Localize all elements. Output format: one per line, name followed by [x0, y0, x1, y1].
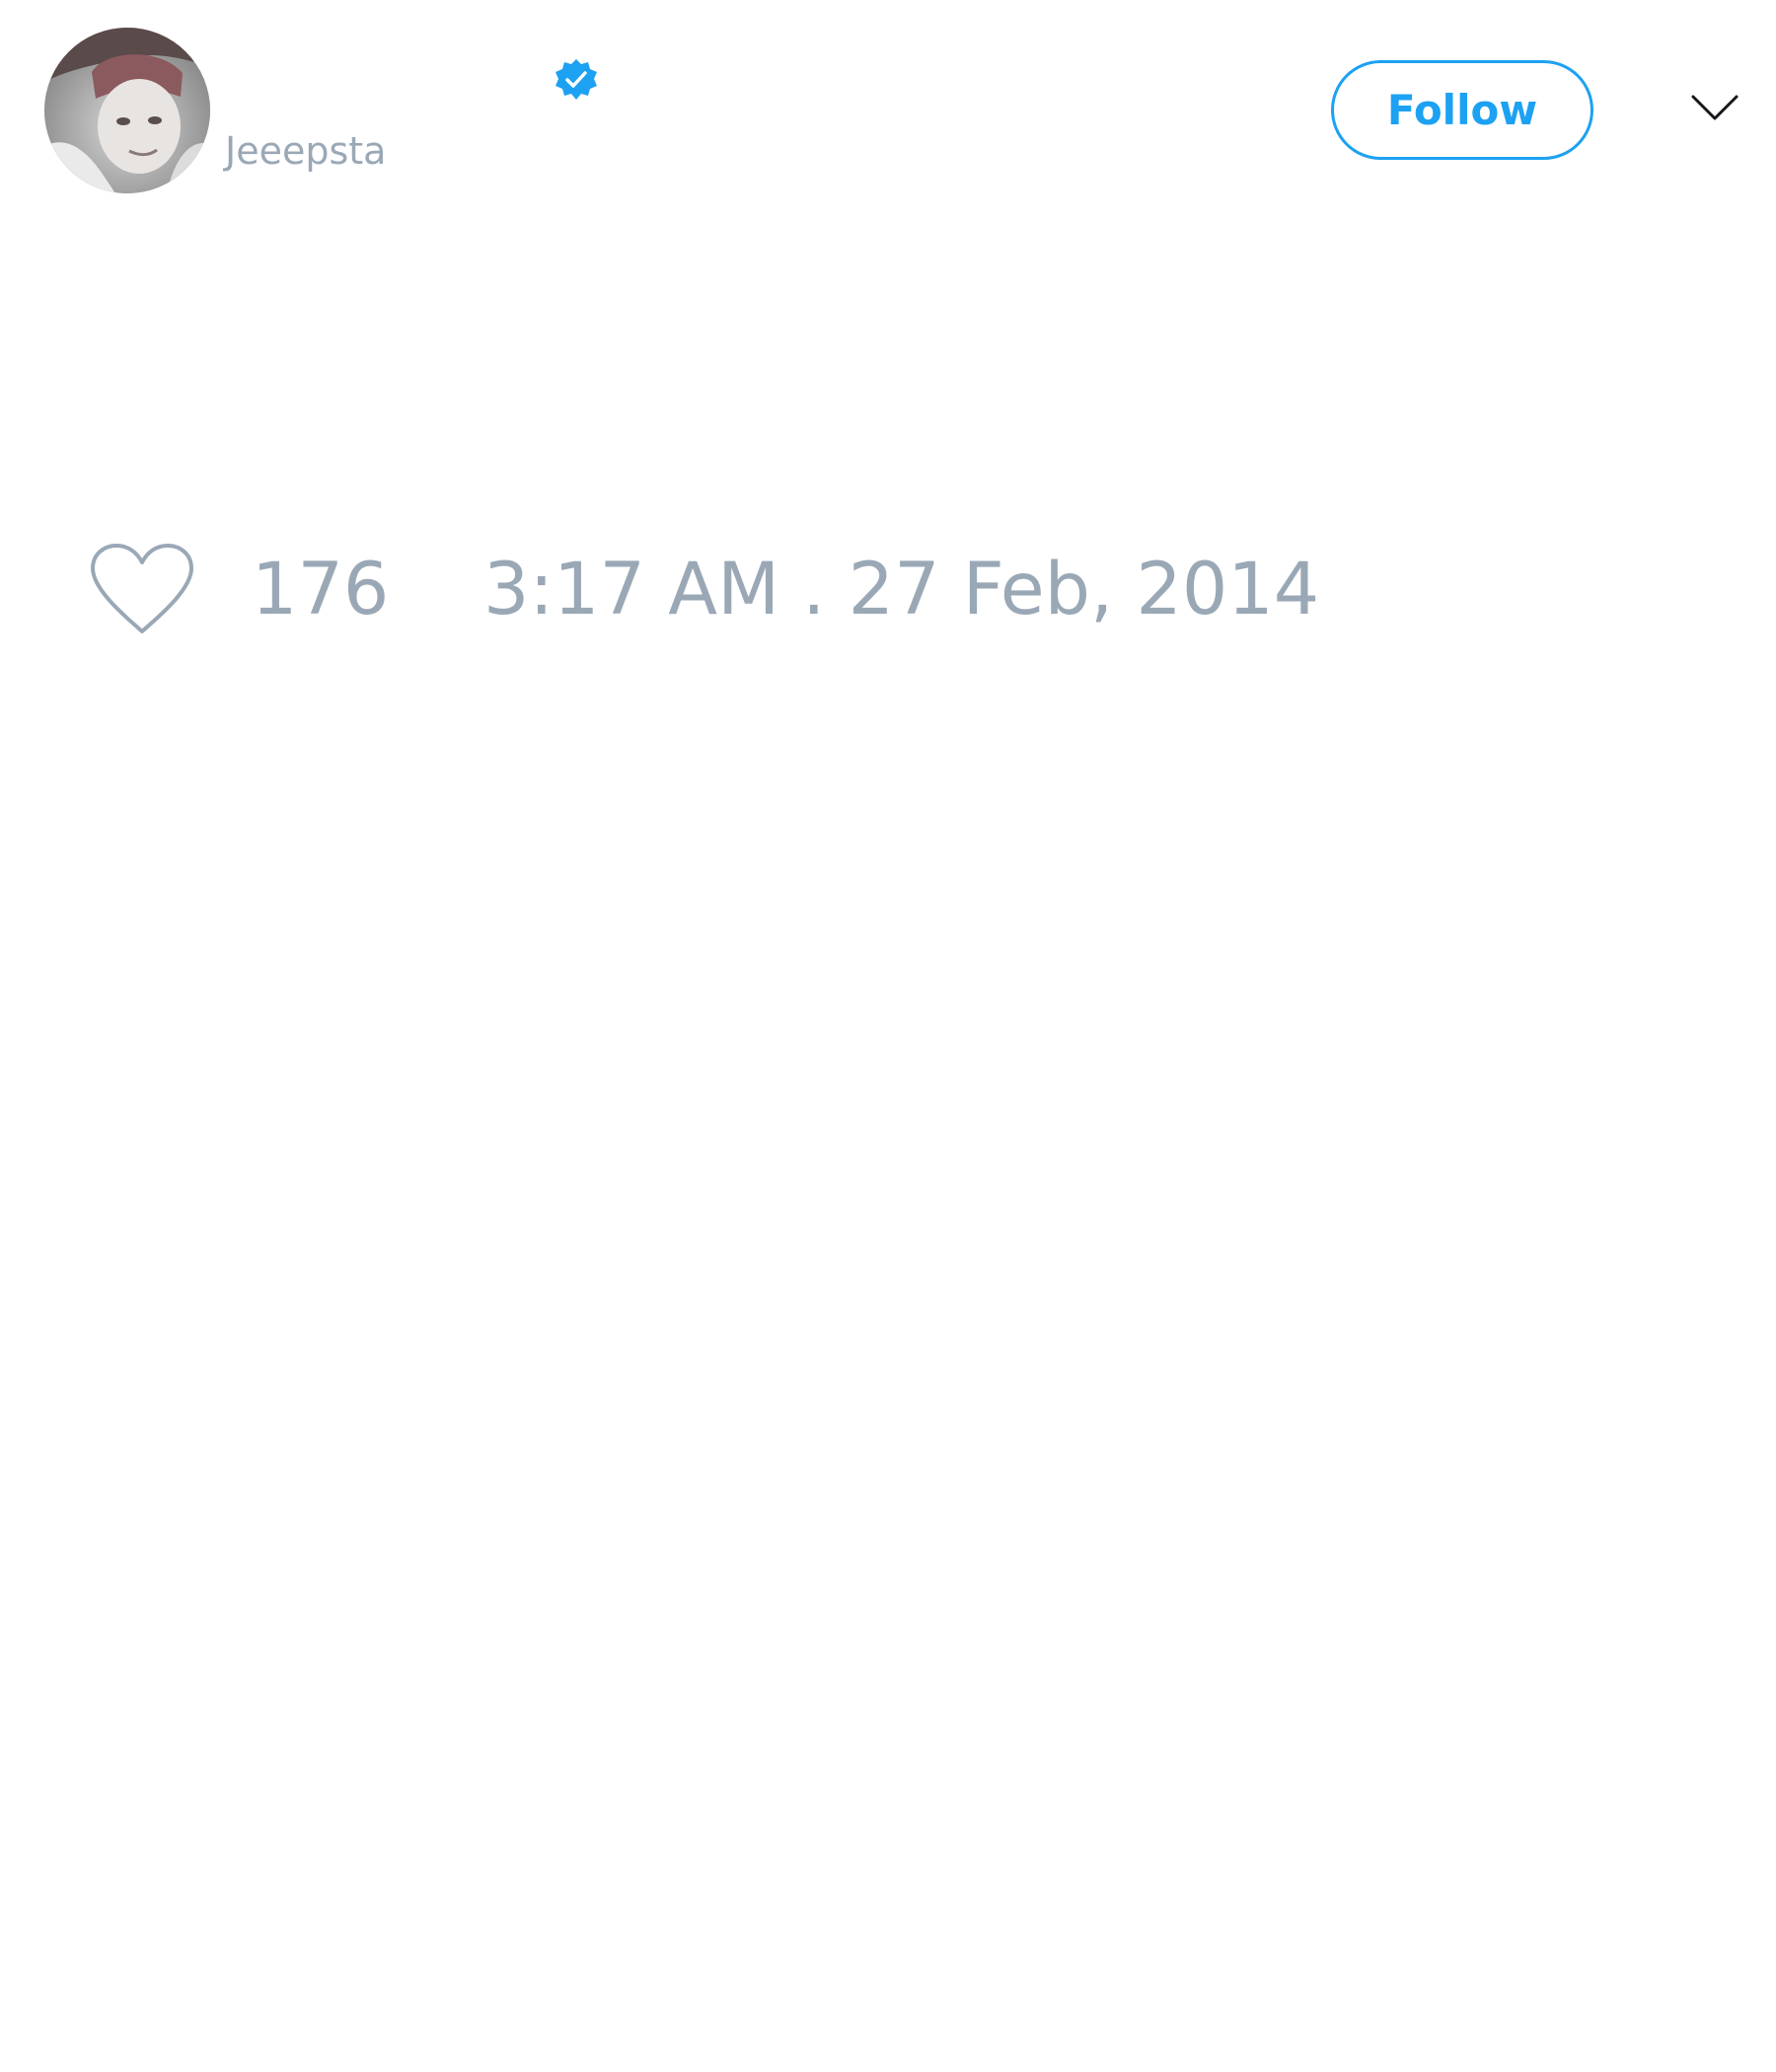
tweet-card: Jeeepsta Follow 176 3:17 AM . 27 Feb, 20… [0, 0, 1776, 2072]
like-count: 176 [252, 548, 390, 631]
chevron-down-icon[interactable] [1689, 89, 1740, 128]
heart-outline-icon[interactable] [87, 541, 197, 637]
follow-button[interactable]: Follow [1331, 60, 1593, 160]
author-handle[interactable]: Jeeepsta [225, 126, 386, 176]
avatar[interactable] [44, 28, 210, 193]
tweet-timestamp[interactable]: 3:17 AM . 27 Feb, 2014 [483, 548, 1319, 632]
avatar-photo [44, 28, 210, 193]
verified-badge-icon [554, 57, 599, 103]
